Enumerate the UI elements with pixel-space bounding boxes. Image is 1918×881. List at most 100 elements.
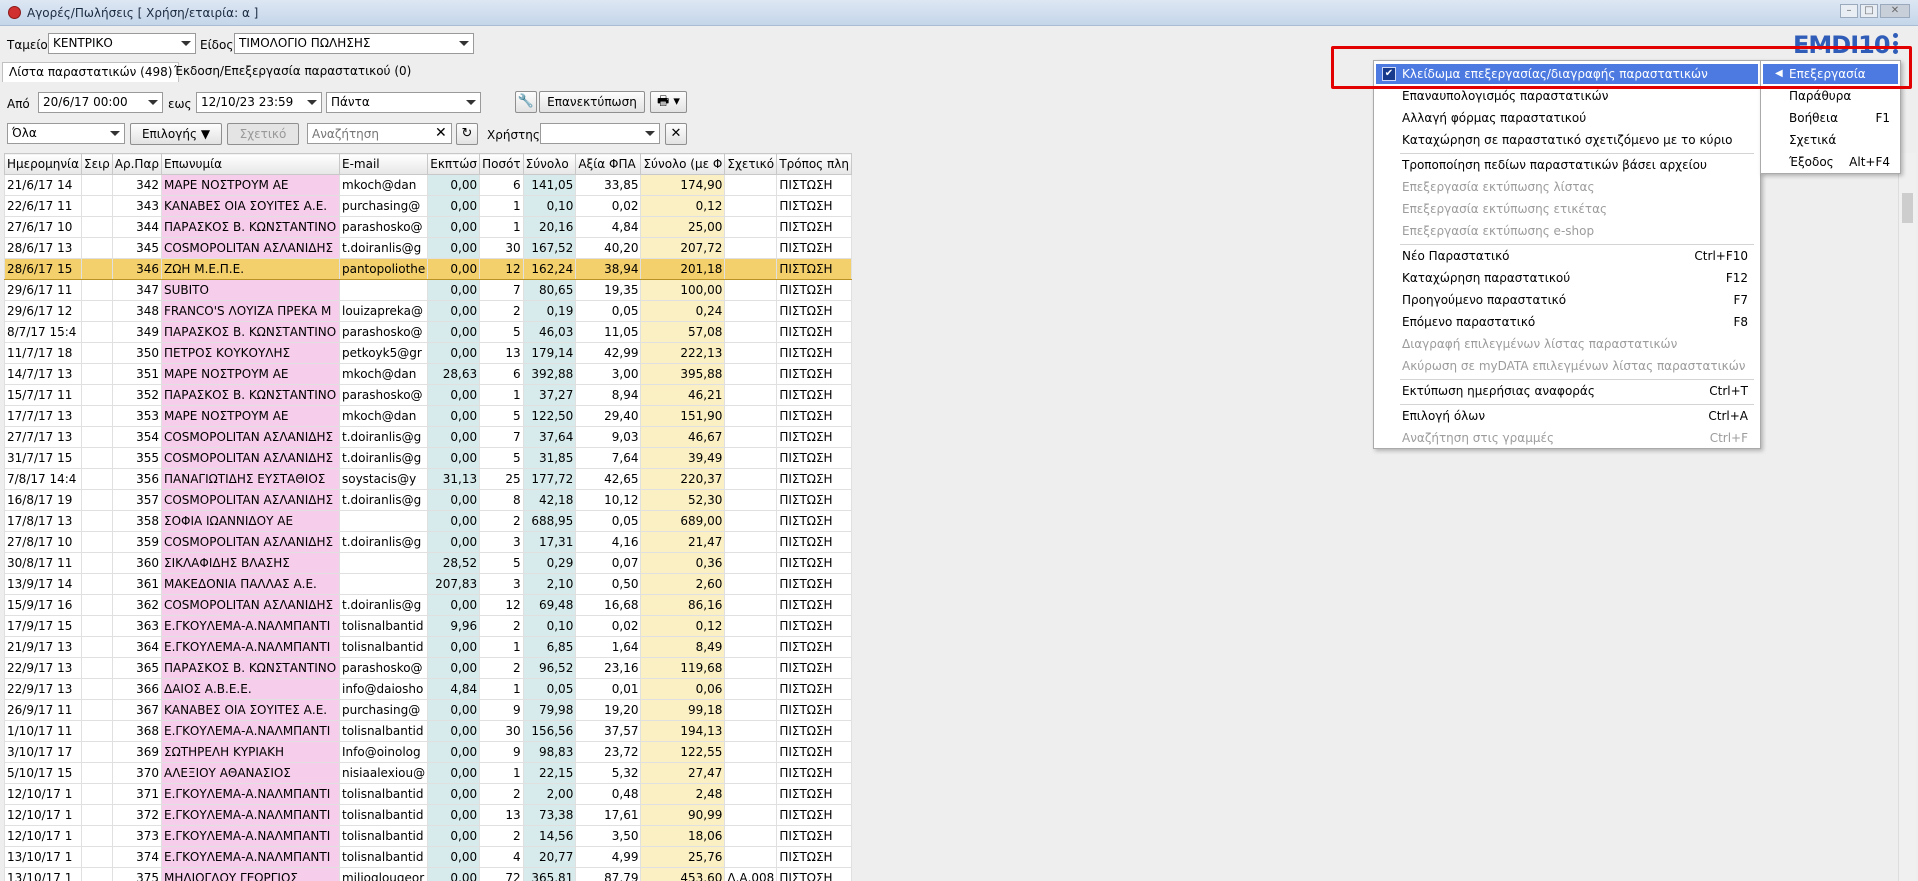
table-row[interactable]: 30/8/17 11 360 ΣΙΚΛΑΦΙΔΗΣ ΒΛΑΣΗΣ 28,52 5 0,29… [4, 552, 852, 574]
table-cell: 8,94 [575, 384, 642, 406]
table-cell: tolisnalbantid [338, 720, 429, 742]
table-row[interactable]: 22/6/17 11 343 ΚΑΝΑΒΕΣ ΟΙΑ ΣΟΥΙΤΕΣ Α.Ε. pur… [4, 195, 852, 217]
eidos-label: Είδος [200, 38, 234, 52]
user-select[interactable] [540, 123, 660, 144]
column-header[interactable]: Εκπτώσ [427, 153, 481, 175]
table-row[interactable]: 14/7/17 13 351 ΜΑΡΕ ΝΟΣΤΡΟΥΜ ΑΕ mkoch@dan 28… [4, 363, 852, 385]
table-cell [724, 468, 778, 490]
table-cell: 141,05 [522, 174, 577, 196]
clear-icon[interactable]: ✕ [665, 123, 687, 145]
wrench-icon[interactable]: 🔧 [515, 91, 537, 113]
column-header[interactable]: Σύνολο [522, 153, 577, 175]
context-menu-item[interactable]: Επιλογή όλων Ctrl+A [1402, 406, 1748, 426]
table-row[interactable]: 29/6/17 12 348 FRANCO'S ΛΟΥΙΖΑ ΠΡΕΚΑ Μloui… [4, 300, 852, 322]
user-label: Χρήστης [487, 128, 540, 142]
table-row[interactable]: 27/7/17 13 354 COSMOPOLITAN ΑΣΛΑΝΙΔΗΣ t.doi… [4, 426, 852, 448]
close-icon[interactable]: ✕ [435, 125, 447, 141]
table-cell: 27/8/17 10 [4, 531, 83, 553]
table-row[interactable]: 22/9/17 13 366 ΔΑΙΟΣ Α.Β.Ε.Ε. info@daiosho 4… [4, 678, 852, 700]
table-row[interactable]: 17/7/17 13 353 ΜΑΡΕ ΝΟΣΤΡΟΥΜ ΑΕ mkoch@dan 0,… [4, 405, 852, 427]
table-cell: 1 [479, 216, 524, 238]
tab-document-list[interactable]: Λίστα παραστατικών (498) [2, 62, 180, 82]
context-menu-item[interactable]: Διαγραφή επιλεγμένων λίστας παραστατικών [1402, 334, 1748, 354]
table-row[interactable]: 21/9/17 13 364 Ε.ΓΚΟΥΛΕΜΑ-Α.ΝΑΛΜΠΑΝΤΙ tolis… [4, 636, 852, 658]
column-header[interactable]: Αρ.Παρ [111, 153, 162, 175]
context-menu-item[interactable]: Καταχώρηση παραστατικού F12 [1402, 268, 1748, 288]
table-row[interactable]: 16/8/17 19 357 COSMOPOLITAN ΑΣΛΑΝΙΔΗΣ t.doi… [4, 489, 852, 511]
tab-document-edit[interactable]: Έκδοση/Επεξεργασία παραστατικού (0) [168, 62, 417, 82]
related-button[interactable]: Σχετικό [227, 123, 299, 145]
printer-icon[interactable]: 🖶 ▾ [650, 91, 687, 113]
side-menu-item[interactable]: Σχετικά [1789, 130, 1894, 150]
table-row[interactable]: 17/9/17 15 363 Ε.ΓΚΟΥΛΕΜΑ-Α.ΝΑΛΜΠΑΝΤΙ tolis… [4, 615, 852, 637]
context-menu-item[interactable]: Επόμενο παραστατικό F8 [1402, 312, 1748, 332]
minimize-button[interactable]: – [1840, 4, 1858, 18]
maximize-button[interactable]: □ [1860, 4, 1878, 18]
column-header[interactable]: Αξία ΦΠΑ [575, 153, 642, 175]
column-header[interactable]: Σειρ [81, 153, 113, 175]
context-menu-item[interactable]: Αλλαγή φόρμας παραστατικού [1402, 108, 1748, 128]
scrollbar-thumb[interactable] [1902, 193, 1913, 223]
column-header[interactable]: Επωνυμία [160, 153, 340, 175]
context-menu-item[interactable]: Επεξεργασία εκτύπωσης e-shop [1402, 221, 1748, 241]
table-row[interactable]: 7/8/17 14:4 356 ΠΑΝΑΓΙΩΤΙΔΗΣ ΕΥΣΤΑΘΙΟΣ soys… [4, 468, 852, 490]
context-menu-item[interactable]: Προηγούμενο παραστατικό F7 [1402, 290, 1748, 310]
table-row[interactable]: 26/9/17 11 367 ΚΑΝΑΒΕΣ ΟΙΑ ΣΟΥΙΤΕΣ Α.Ε. pur… [4, 699, 852, 721]
choices-button[interactable]: Επιλογής ▼ [130, 123, 222, 145]
context-menu-item[interactable]: Εκτύπωση ημερήσιας αναφοράς Ctrl+T [1402, 381, 1748, 401]
table-cell: ΠΙΣΤΩΣΗ [776, 573, 852, 595]
table-row[interactable]: 27/6/17 10 344 ΠΑΡΑΣΚΟΣ Β. ΚΩΝΣΤΑΝΤΙΝΟ para… [4, 216, 852, 238]
table-row[interactable]: 1/10/17 11 368 Ε.ΓΚΟΥΛΕΜΑ-Α.ΝΑΛΜΠΑΝΤΙ tolis… [4, 720, 852, 742]
table-row[interactable]: 28/6/17 15 346 ΖΩΗ Μ.Ε.Π.Ε. pantopoliothe 0,… [4, 258, 852, 280]
context-menu-item[interactable]: Αναζήτηση στις γραμμές Ctrl+F [1402, 428, 1748, 448]
close-button[interactable]: ✕ [1880, 4, 1910, 18]
reprint-button[interactable]: Επανεκτύπωση [539, 91, 645, 113]
context-menu-item[interactable]: Ακύρωση σε myDATA επιλεγμένων λίστας παρ… [1402, 356, 1748, 376]
table-row[interactable]: 13/10/17 1 375 ΜΗΛΙΟΓΛΟΥ ΓΕΩΡΓΙΟΣ milioglou… [4, 867, 852, 881]
table-row[interactable]: 27/8/17 10 359 COSMOPOLITAN ΑΣΛΑΝΙΔΗΣ t.doi… [4, 531, 852, 553]
context-menu-item[interactable]: Τροποποίηση πεδίων παραστατικών βάσει αρ… [1402, 155, 1748, 175]
table-row[interactable]: 12/10/17 1 371 Ε.ΓΚΟΥΛΕΜΑ-Α.ΝΑΛΜΠΑΝΤΙ tolis… [4, 783, 852, 805]
context-menu-item[interactable]: Νέο Παραστατικό Ctrl+F10 [1402, 246, 1748, 266]
to-date-picker[interactable]: 12/10/23 23:59 [196, 92, 322, 113]
period-select[interactable]: Πάντα [326, 92, 481, 113]
table-row[interactable]: 22/9/17 13 365 ΠΑΡΑΣΚΟΣ Β. ΚΩΝΣΤΑΝΤΙΝΟ para… [4, 657, 852, 679]
from-date-picker[interactable]: 20/6/17 00:00 [38, 92, 163, 113]
column-header[interactable]: Σχετικό [724, 153, 778, 175]
table-row[interactable]: 3/10/17 17 369 ΣΩΤΗΡΕΛΗ ΚΥΡΙΑΚΗ Info@oinolo… [4, 741, 852, 763]
refresh-icon[interactable]: ↻ [456, 123, 478, 145]
table-row[interactable]: 12/10/17 1 372 Ε.ΓΚΟΥΛΕΜΑ-Α.ΝΑΛΜΠΑΝΤΙ tolis… [4, 804, 852, 826]
table-row[interactable]: 11/7/17 18 350 ΠΕΤΡΟΣ ΚΟΥΚΟΥΛΗΣ petkoyk5@gr… [4, 342, 852, 364]
column-header[interactable]: Ποσότ [479, 153, 524, 175]
table-row[interactable]: 13/9/17 14 361 ΜΑΚΕΔΟΝΙΑ ΠΑΛΛΑΣ Α.Ε. 207,83… [4, 573, 852, 595]
vertical-scrollbar[interactable] [1898, 153, 1916, 881]
table-row[interactable]: 5/10/17 15 370 ΑΛΕΞΙΟΥ ΑΘΑΝΑΣΙΟΣ nisiaalexi… [4, 762, 852, 784]
documents-table[interactable]: Ημερομηνία Σειρ Αρ.Παρ Επωνυμία E-mail Εκπτώσ… [4, 153, 852, 881]
column-header[interactable]: Τρόπος πλη [776, 153, 852, 175]
all-filter-select[interactable]: Όλα [7, 123, 125, 144]
table-row[interactable]: 12/10/17 1 373 Ε.ΓΚΟΥΛΕΜΑ-Α.ΝΑΛΜΠΑΝΤΙ tolis… [4, 825, 852, 847]
column-header[interactable]: E-mail [338, 153, 429, 175]
table-row[interactable]: 28/6/17 13 345 COSMOPOLITAN ΑΣΛΑΝΙΔΗΣ t.doi… [4, 237, 852, 259]
context-menu-item[interactable]: Επαναυπολογισμός παραστατικών [1402, 86, 1748, 106]
side-menu-item[interactable]: Παράθυρα [1789, 86, 1894, 106]
table-row[interactable]: 15/7/17 11 352 ΠΑΡΑΣΚΟΣ Β. ΚΩΝΣΤΑΝΤΙΝΟ para… [4, 384, 852, 406]
table-row[interactable]: 8/7/17 15:4 349 ΠΑΡΑΣΚΟΣ Β. ΚΩΝΣΤΑΝΤΙΝΟ par… [4, 321, 852, 343]
table-row[interactable]: 13/10/17 1 374 Ε.ΓΚΟΥΛΕΜΑ-Α.ΝΑΛΜΠΑΝΤΙ tolis… [4, 846, 852, 868]
context-menu-item[interactable]: Επεξεργασία εκτύπωσης ετικέτας [1402, 199, 1748, 219]
table-row[interactable]: 31/7/17 15 355 COSMOPOLITAN ΑΣΛΑΝΙΔΗΣ t.doi… [4, 447, 852, 469]
side-menu-item[interactable]: Βοήθεια F1 [1789, 108, 1894, 128]
table-row[interactable]: 17/8/17 13 358 ΣΟΦΙΑ ΙΩΑΝΝΙΔΟΥ ΑΕ 0,00 2 688,… [4, 510, 852, 532]
table-row[interactable]: 21/6/17 14 342 ΜΑΡΕ ΝΟΣΤΡΟΥΜ ΑΕ mkoch@dan 0,… [4, 174, 852, 196]
table-row[interactable]: 29/6/17 11 347 SUBITO 0,00 7 80,65 19,35 100,00… [4, 279, 852, 301]
context-menu-item[interactable]: Επεξεργασία εκτύπωσης λίστας [1402, 177, 1748, 197]
column-header[interactable]: Ημερομηνία [4, 153, 83, 175]
search-input[interactable] [307, 123, 452, 144]
context-menu-item[interactable]: Καταχώρηση σε παραστατικό σχετιζόμενο με… [1402, 130, 1748, 150]
table-cell: 0,05 [522, 678, 577, 700]
tameio-select[interactable]: ΚΕΝΤΡΙΚΟ [48, 33, 196, 54]
table-row[interactable]: 15/9/17 16 362 COSMOPOLITAN ΑΣΛΑΝΙΔΗΣ t.doi… [4, 594, 852, 616]
eidos-select[interactable]: ΤΙΜΟΛΟΓΙΟ ΠΩΛΗΣΗΣ [234, 33, 474, 54]
column-header[interactable]: Σύνολο (με Φ [640, 153, 726, 175]
side-menu-item[interactable]: Έξοδος Alt+F4 [1789, 152, 1894, 172]
